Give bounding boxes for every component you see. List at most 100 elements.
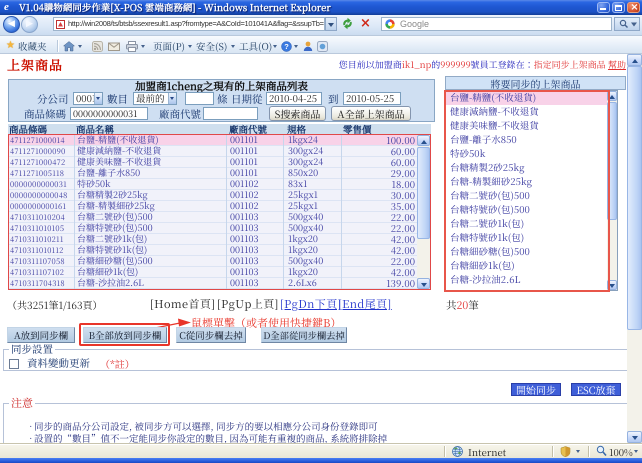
table-row[interactable]: 4711271000472 健康美味鹽-不收退貨 001101 300gx24 … [9, 157, 417, 168]
table-row[interactable]: 4711271005118 台鹽-離子水850 001101 850x20 29… [9, 168, 417, 179]
search-button[interactable] [614, 17, 640, 31]
page-end-link[interactable]: [End尾頁] [338, 298, 392, 311]
sync-count: 共20筆 [446, 299, 479, 312]
scroll-up-icon[interactable] [417, 135, 430, 146]
zoom-dropdown-icon[interactable] [634, 450, 638, 455]
home-icon[interactable] [63, 41, 75, 52]
table-body: 4711271000014 台鹽-精鹽(不收退貨) 001101 1kgx24 … [9, 135, 417, 289]
notes-legend: 注意 [9, 397, 35, 409]
cancel-sync-button[interactable]: ESC放棄 [571, 383, 621, 396]
table-row[interactable]: 4710311010112 台糖特號砂1k(包) 001103 1kgx20 4… [9, 245, 417, 256]
close-button[interactable]: × [627, 2, 640, 13]
table-row[interactable]: 0000000000161 台糖-精製細砂25kg 001102 25kgx1 … [9, 201, 417, 212]
sync-settings-fieldset [3, 349, 631, 371]
svg-text:?: ? [284, 42, 289, 51]
scroll-thumb[interactable] [627, 66, 642, 330]
page-home-link[interactable]: [Home首頁] [150, 298, 215, 311]
page-menu[interactable]: 页面(P) [153, 40, 185, 53]
zoom-icon[interactable] [596, 445, 607, 457]
table-row[interactable]: 4710311010204 台糖二號砂(包)500 001103 500gx40… [9, 212, 417, 223]
scroll-down-icon[interactable] [417, 278, 430, 289]
table-row[interactable]: 0000000000031 特砂50k 001102 83x1 18.00 [9, 179, 417, 190]
scroll-down-icon[interactable] [627, 431, 642, 443]
table-row[interactable]: 4710311107058 台糖細砂糖(包)500 001103 500gx40… [9, 256, 417, 267]
addon-icon-2[interactable] [317, 41, 328, 52]
safety-menu[interactable]: 安全(S) [196, 40, 227, 53]
print-icon[interactable] [126, 41, 138, 52]
safety-menu-dropdown-icon[interactable] [231, 45, 235, 50]
feeds-icon[interactable] [92, 41, 103, 52]
address-dropdown-button[interactable] [325, 17, 337, 31]
table-row[interactable]: 4710311010211 台糖二號砂1k(包) 001103 1kgx20 4… [9, 234, 417, 245]
back-button[interactable]: ◀ [3, 16, 20, 33]
add-to-sync-button[interactable]: A放到同步欄 [7, 327, 75, 343]
table-row[interactable]: 4711271000090 健康減納鹽-不收退貨 001101 300gx24 … [9, 146, 417, 157]
page-scrollbar[interactable] [627, 54, 642, 443]
print-dropdown-icon[interactable] [141, 45, 145, 50]
sync-panel-header: 將要同步的上架商品 [445, 76, 626, 90]
remove-all-from-sync-button[interactable]: D全部從同步欄去掉 [261, 327, 347, 343]
sync-settings-legend: 同步設置 [9, 345, 55, 355]
date-from-input[interactable]: 2010-04-25 [266, 92, 322, 105]
date-to-label: 到 [328, 93, 339, 106]
help-dropdown-icon[interactable] [294, 45, 298, 50]
data-update-label: 資料變動更新 [27, 358, 90, 370]
page-down-link[interactable]: [PgDn下頁] [280, 298, 342, 311]
data-update-checkbox[interactable] [9, 359, 19, 369]
stop-button[interactable]: × [358, 16, 373, 31]
note-item: 設置的“數目”值不一定能同步你設定的數目, 因為可能有重複的商品, 系統將排除掉 [26, 432, 626, 443]
help-icon[interactable]: ? [281, 41, 292, 52]
barcode-input[interactable]: 0000000000031 [70, 107, 148, 120]
table-row[interactable]: 4711271000014 台鹽-精鹽(不收退貨) 001101 1kgx24 … [9, 135, 417, 146]
protected-mode-dropdown-icon[interactable] [576, 450, 580, 455]
read-mail-icon[interactable] [108, 41, 120, 52]
scroll-up-icon[interactable] [627, 54, 642, 66]
table-row[interactable]: 4710311704318 台糖-沙拉油2.6L 001103 2.6Lx6 1… [9, 278, 417, 289]
date-to-input[interactable]: 2010-05-25 [343, 92, 401, 105]
vendor-input[interactable] [203, 107, 258, 120]
login-employee: 999999 [440, 58, 470, 71]
all-products-button[interactable]: A全部上架商品 [331, 106, 411, 121]
help-link[interactable]: 幫助 [608, 58, 626, 71]
page-content: 上架商品 您目前以加盟商ik1_np的999999號員工登錄在：指定同步上架商品… [0, 54, 642, 443]
vendor-label: 廠商代號 [159, 108, 201, 121]
search-products-button[interactable]: S搜索商品 [269, 106, 326, 121]
table-scrollbar[interactable] [417, 135, 430, 289]
tools-menu[interactable]: 工具(O) [239, 40, 272, 53]
refresh-button[interactable] [340, 16, 355, 31]
count-number-input[interactable] [185, 92, 214, 105]
table-header: 商品條碼 商品名稱 廠商代號 規格 零售價 [8, 124, 431, 134]
select-arrow-icon[interactable] [168, 93, 176, 104]
addon-icon-1[interactable] [303, 41, 313, 52]
table-row[interactable]: 4710311107102 台糖細砂1k(包) 001103 1kgx20 42… [9, 267, 417, 278]
ie-window: e V1.04購物網同步作業[X-POS 雲端商務網] - Windows In… [0, 0, 642, 463]
page-menu-dropdown-icon[interactable] [188, 45, 192, 50]
favorites-button[interactable]: 收藏夹 [18, 40, 47, 53]
products-table: 4711271000014 台鹽-精鹽(不收退貨) 001101 1kgx24 … [8, 134, 431, 290]
minimize-button[interactable] [597, 2, 610, 13]
add-all-to-sync-button[interactable]: B全部放到同步欄 [83, 327, 167, 343]
internet-zone-globe-icon [452, 446, 463, 457]
ie-logo-icon: e [4, 2, 15, 13]
sync-panel-title: 將要同步的上架商品 [446, 77, 625, 90]
table-row[interactable]: 4710311010105 台糖特號砂(包)500 001103 500gx40… [9, 223, 417, 234]
window-titlebar: e V1.04購物網同步作業[X-POS 雲端商務網] - Windows In… [0, 0, 642, 15]
branch-select[interactable]: 0001 [73, 92, 103, 105]
home-dropdown-icon[interactable] [78, 45, 82, 50]
forward-button[interactable]: ▶ [21, 16, 38, 33]
search-placeholder: Google [400, 18, 429, 30]
protected-mode-icon[interactable] [560, 446, 571, 457]
page-title: 上架商品 [7, 58, 63, 72]
zoom-level[interactable]: 100% [609, 446, 633, 458]
remove-from-sync-button[interactable]: C從同步欄去掉 [176, 327, 246, 343]
statusbar-separator [552, 446, 553, 457]
maximize-button[interactable] [612, 2, 625, 13]
page-up-link[interactable]: [PgUp上頁] [217, 298, 279, 311]
scroll-thumb[interactable] [417, 147, 430, 239]
start-sync-button[interactable]: 開始同步 [511, 383, 561, 396]
table-row[interactable]: 0000000000048 台糖精製2砂25kg 001102 25kgx1 3… [9, 190, 417, 201]
count-select[interactable]: 最前的 [133, 92, 177, 105]
select-arrow-icon[interactable] [94, 93, 102, 104]
security-zone-label: Internet [468, 446, 506, 458]
tools-menu-dropdown-icon[interactable] [273, 45, 277, 50]
